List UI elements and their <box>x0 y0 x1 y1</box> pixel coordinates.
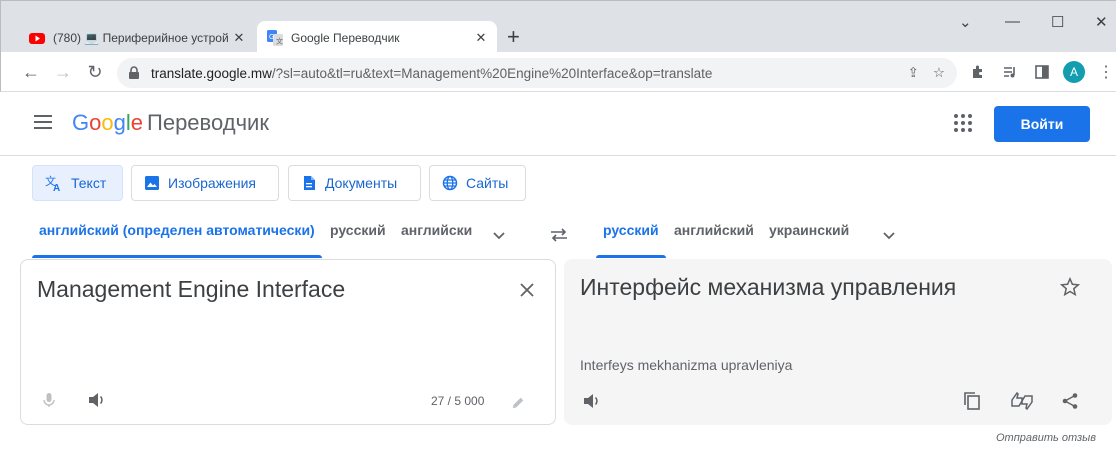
mode-text-button[interactable]: 文A Текст <box>32 165 123 201</box>
source-textarea[interactable]: Management Engine Interface <box>37 276 345 303</box>
translate-icon: 文A <box>45 174 60 192</box>
address-bar[interactable]: translate.google.mw/?sl=auto&tl=ru&text=… <box>117 58 957 88</box>
app-header: Google Переводчик Войти <box>0 92 1116 156</box>
mode-label: Изображения <box>168 175 256 191</box>
globe-icon <box>442 175 458 191</box>
source-lang-more-chevron-icon[interactable] <box>488 224 510 246</box>
svg-text:A: A <box>53 183 60 192</box>
close-tab-icon[interactable]: ✕ <box>471 30 491 46</box>
maximize-button[interactable]: ☐ <box>1051 13 1064 31</box>
lock-icon <box>129 66 139 79</box>
browser-toolbar: ← → ↻ translate.google.mw/?sl=auto&tl=ru… <box>0 52 1116 92</box>
url-path: /?sl=auto&tl=ru&text=Management%20Engine… <box>271 65 713 81</box>
svg-text:文: 文 <box>276 36 283 45</box>
listen-source-icon[interactable] <box>85 388 109 412</box>
bookmark-star-icon[interactable]: ☆ <box>933 65 945 81</box>
new-tab-button[interactable]: + <box>507 25 520 49</box>
product-name: Переводчик <box>147 110 269 135</box>
source-active-underline <box>32 255 322 258</box>
forward-icon[interactable]: → <box>51 60 75 84</box>
transliteration-text: Interfeys mekhanizma upravleniya <box>580 357 793 373</box>
rate-translation-icon[interactable] <box>1008 389 1036 413</box>
send-feedback-link[interactable]: Отправить отзыв <box>996 432 1096 444</box>
character-counter: 27 / 5 000 <box>431 394 485 408</box>
tab-strip: (780) 💻 Периферийное устрой ✕ G文 Google … <box>0 0 1116 54</box>
tab-google-translate[interactable]: G文 Google Переводчик ✕ <box>257 21 497 54</box>
target-lang-ukrainian[interactable]: украинский <box>769 222 849 248</box>
mode-images-button[interactable]: Изображения <box>131 165 279 201</box>
mode-websites-button[interactable]: Сайты <box>429 165 526 201</box>
source-lang-auto[interactable]: английский (определен автоматически) <box>39 222 315 248</box>
source-lang-english[interactable]: английски <box>401 222 475 248</box>
share-icon[interactable]: ⇪ <box>908 65 919 81</box>
main-menu-icon[interactable] <box>34 115 52 129</box>
menu-kebab-icon[interactable]: ⋮ <box>1095 61 1116 83</box>
mode-label: Текст <box>71 175 107 191</box>
clear-source-icon[interactable] <box>515 278 539 302</box>
source-lang-russian[interactable]: русский <box>330 222 386 248</box>
profile-avatar[interactable]: A <box>1063 61 1085 83</box>
tab-youtube[interactable]: (780) 💻 Периферийное устрой ✕ <box>19 21 255 54</box>
svg-text:G: G <box>269 34 274 41</box>
mode-label: Документы <box>325 175 398 191</box>
close-tab-icon[interactable]: ✕ <box>229 30 249 46</box>
target-lang-english[interactable]: английский <box>674 222 754 248</box>
microphone-icon[interactable] <box>37 388 61 412</box>
image-icon <box>145 176 159 190</box>
google-apps-icon[interactable] <box>954 114 972 132</box>
reload-icon[interactable]: ↻ <box>83 60 107 84</box>
target-panel: Интерфейс механизма управления Interfeys… <box>564 259 1112 425</box>
share-translation-icon[interactable] <box>1058 389 1082 413</box>
media-control-icon[interactable] <box>999 61 1021 83</box>
back-icon[interactable]: ← <box>19 60 43 84</box>
url-host: translate.google.mw <box>151 65 272 81</box>
tab-search-icon[interactable]: ⌄ <box>959 13 972 31</box>
mode-label: Сайты <box>466 175 509 191</box>
swap-languages-icon[interactable] <box>546 223 572 247</box>
youtube-icon <box>29 32 45 44</box>
listen-translation-icon[interactable] <box>580 389 604 413</box>
pencil-icon[interactable] <box>507 392 529 414</box>
copy-icon[interactable] <box>960 389 984 413</box>
mode-documents-button[interactable]: Документы <box>288 165 421 201</box>
star-icon[interactable] <box>1058 275 1082 299</box>
document-icon <box>304 176 315 190</box>
close-window-button[interactable]: ✕ <box>1095 13 1108 31</box>
minimize-button[interactable]: — <box>1005 13 1020 30</box>
logo[interactable]: Google Переводчик <box>72 110 269 136</box>
translation-text: Интерфейс механизма управления <box>580 274 957 300</box>
sign-in-button[interactable]: Войти <box>994 106 1090 142</box>
google-translate-icon: G文 <box>267 29 283 46</box>
google-logo: Google <box>72 110 144 135</box>
target-active-underline <box>596 255 666 258</box>
tab-title: (780) 💻 Периферийное устрой <box>53 30 229 45</box>
source-panel: Management Engine Interface 27 / 5 000 <box>20 259 556 425</box>
side-panel-icon[interactable] <box>1031 61 1053 83</box>
target-lang-more-chevron-icon[interactable] <box>878 224 900 246</box>
extensions-icon[interactable] <box>967 61 989 83</box>
target-lang-russian[interactable]: русский <box>603 222 659 248</box>
tab-title: Google Переводчик <box>291 30 400 45</box>
